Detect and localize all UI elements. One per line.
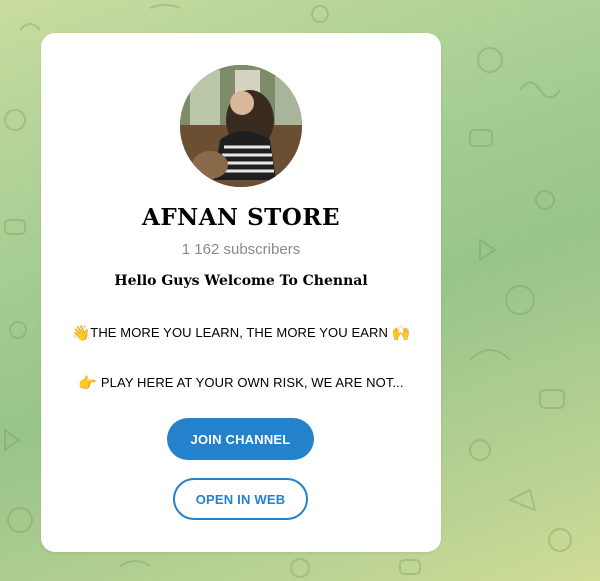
pointing-right-icon: 👉 [78, 375, 98, 392]
description-line-1-text: THE MORE YOU LEARN, THE MORE YOU EARN [90, 325, 388, 340]
waving-hand-icon: 👋 [71, 325, 91, 342]
raising-hands-icon: 🙌 [391, 325, 411, 342]
avatar-photo [180, 65, 302, 187]
subscriber-count: 1 162 subscribers [181, 241, 301, 258]
open-in-web-button[interactable]: OPEN IN WEB [173, 478, 308, 520]
join-channel-button[interactable]: JOIN CHANNEL [167, 418, 314, 460]
channel-welcome-text: Hello Guys Welcome To Chennal [114, 273, 368, 289]
channel-card: AFNAN STORE 1 162 subscribers Hello Guys… [41, 33, 441, 552]
description-line-2: 👉 PLAY HERE AT YOUR OWN RISK, WE ARE NOT… [41, 374, 441, 392]
channel-title: AFNAN STORE [142, 204, 340, 231]
description-line-2-text: PLAY HERE AT YOUR OWN RISK, WE ARE NOT..… [100, 375, 404, 390]
channel-avatar [180, 65, 302, 187]
description-line-1: 👋THE MORE YOU LEARN, THE MORE YOU EARN 🙌 [41, 324, 441, 342]
